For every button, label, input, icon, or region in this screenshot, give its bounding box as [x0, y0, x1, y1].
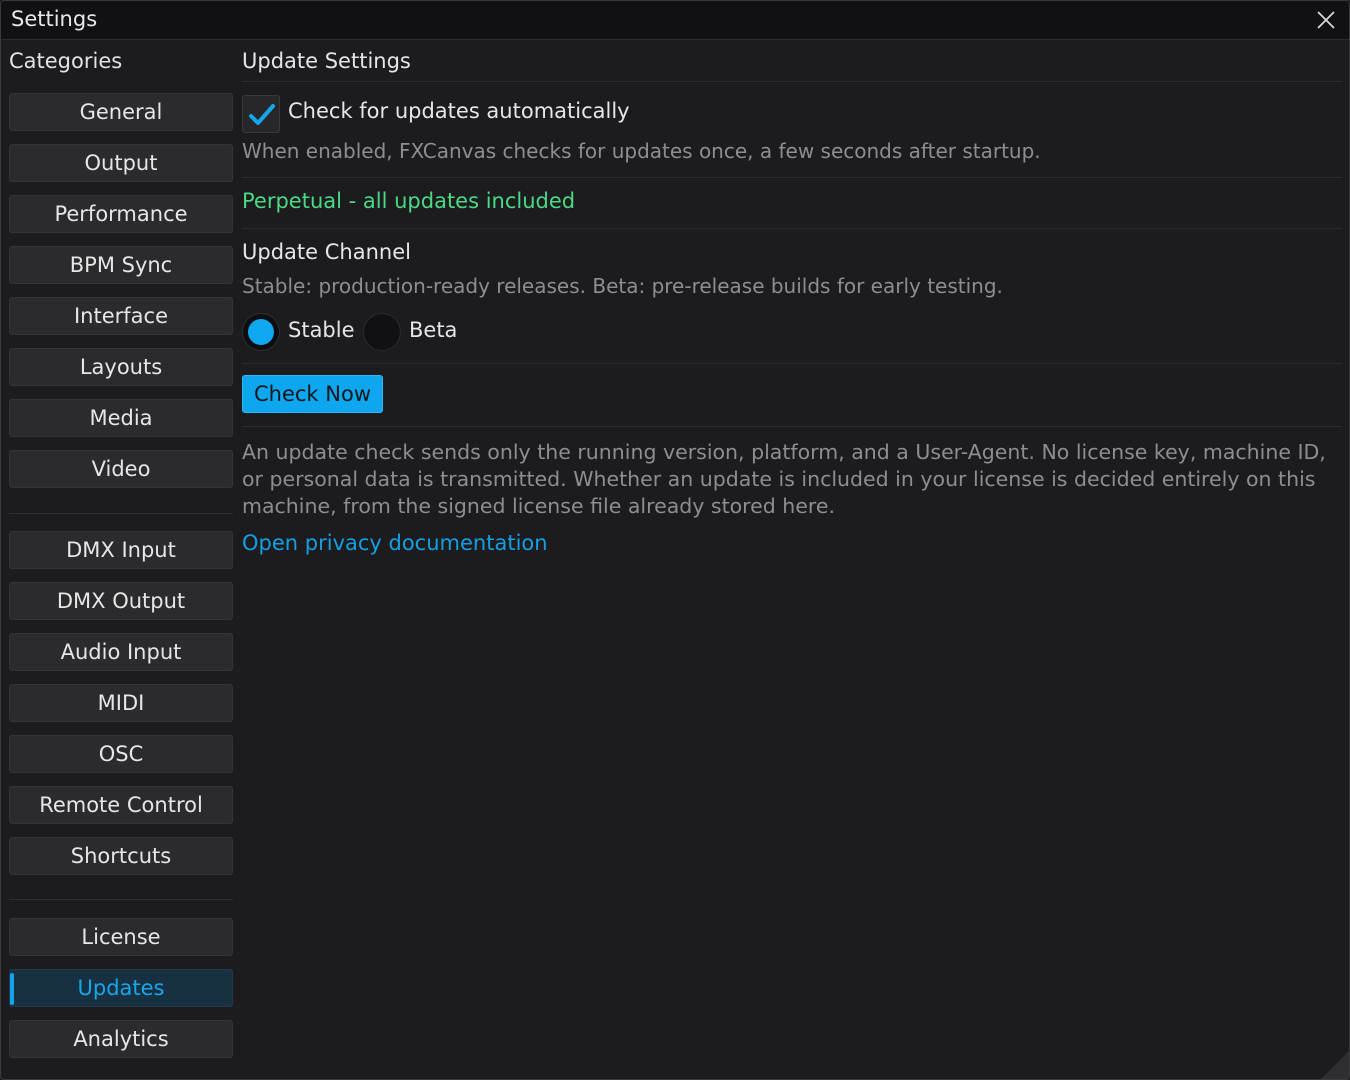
- close-button[interactable]: [1313, 7, 1339, 33]
- license-status-text: Perpetual - all updates included: [242, 189, 576, 213]
- category-video[interactable]: Video: [9, 450, 233, 488]
- radio-beta[interactable]: [363, 313, 401, 351]
- section-title: Update Settings: [242, 49, 411, 73]
- privacy-notice: An update check sends only the running v…: [242, 440, 1326, 518]
- category-updates-label: Updates: [77, 976, 165, 1000]
- categories-sidebar: Categories General Output Performance BP…: [9, 39, 233, 1069]
- category-remote-control[interactable]: Remote Control: [9, 786, 233, 824]
- category-midi[interactable]: MIDI: [9, 684, 233, 722]
- active-indicator: [10, 973, 14, 1005]
- checkmark-icon: [249, 104, 275, 125]
- update-channel-title: Update Channel: [242, 240, 411, 264]
- divider: [242, 228, 1342, 229]
- auto-update-label[interactable]: Check for updates automatically: [288, 99, 630, 123]
- radio-stable-label[interactable]: Stable: [288, 318, 355, 342]
- category-osc[interactable]: OSC: [9, 735, 233, 773]
- categories-heading: Categories: [9, 49, 123, 73]
- category-audio-input[interactable]: Audio Input: [9, 633, 233, 671]
- category-shortcuts[interactable]: Shortcuts: [9, 837, 233, 875]
- category-general[interactable]: General: [9, 93, 233, 131]
- update-settings-panel: Update Settings Check for updates automa…: [242, 39, 1342, 1069]
- settings-window: Settings Categories General Output Perfo…: [0, 0, 1350, 1080]
- divider: [242, 426, 1342, 427]
- sidebar-divider: [9, 513, 233, 514]
- update-channel-description: Stable: production-ready releases. Beta:…: [242, 274, 1003, 298]
- category-performance[interactable]: Performance: [9, 195, 233, 233]
- title-bar: Settings: [1, 1, 1349, 40]
- auto-update-checkbox[interactable]: [242, 95, 280, 133]
- category-updates[interactable]: Updates: [9, 969, 233, 1007]
- category-dmx-output[interactable]: DMX Output: [9, 582, 233, 620]
- category-dmx-input[interactable]: DMX Input: [9, 531, 233, 569]
- divider: [242, 177, 1342, 178]
- close-icon: [1317, 11, 1335, 29]
- window-title: Settings: [11, 7, 98, 31]
- category-layouts[interactable]: Layouts: [9, 348, 233, 386]
- category-interface[interactable]: Interface: [9, 297, 233, 335]
- resize-grip[interactable]: [1321, 1051, 1349, 1079]
- check-now-button[interactable]: Check Now: [242, 375, 383, 413]
- divider: [242, 363, 1342, 364]
- category-output[interactable]: Output: [9, 144, 233, 182]
- divider: [242, 81, 1342, 82]
- privacy-documentation-link[interactable]: Open privacy documentation: [242, 531, 548, 555]
- sidebar-divider: [9, 899, 233, 900]
- auto-update-description: When enabled, FXCanvas checks for update…: [242, 139, 1041, 163]
- category-license[interactable]: License: [9, 918, 233, 956]
- category-bpm-sync[interactable]: BPM Sync: [9, 246, 233, 284]
- category-analytics[interactable]: Analytics: [9, 1020, 233, 1058]
- radio-beta-label[interactable]: Beta: [409, 318, 457, 342]
- radio-stable[interactable]: [242, 313, 280, 351]
- category-media[interactable]: Media: [9, 399, 233, 437]
